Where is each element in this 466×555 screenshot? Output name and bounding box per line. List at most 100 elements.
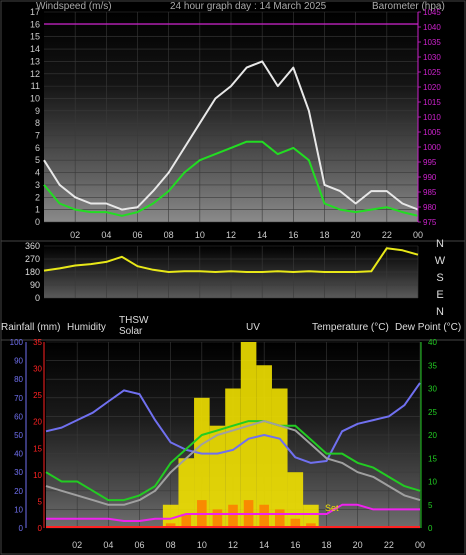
x-tick-label: 18: [321, 540, 331, 550]
y-tick-label: 5: [35, 155, 40, 165]
x-tick-label: 12: [226, 230, 236, 240]
y-tick-label: 10: [33, 471, 42, 480]
y-tick-label: 20: [14, 487, 23, 496]
y-tick-label: 5: [38, 497, 43, 506]
direction-label: S: [436, 272, 443, 284]
y-tick-label: 11: [31, 81, 40, 91]
x-tick-label: 14: [259, 540, 269, 550]
y-tick-label: 270: [25, 254, 40, 264]
x-tick-label: 04: [101, 230, 111, 240]
y-tick-label: 80: [14, 375, 23, 384]
y-tick-label: 8: [35, 118, 40, 128]
y-tick-label: 2: [35, 192, 40, 202]
y-tick-label: 16: [30, 19, 40, 29]
uv-bar: [259, 504, 269, 528]
x-tick-label: 22: [382, 230, 392, 240]
y-tick-label: 9: [35, 106, 40, 116]
x-tick-label: 00: [415, 540, 425, 550]
y-tick-label: 0: [38, 524, 43, 533]
y-tick-label: 180: [25, 267, 40, 277]
y-tick-label: 12: [30, 69, 40, 79]
temperature-axis-title: Temperature (°C): [312, 322, 389, 333]
direction-label: N: [436, 238, 444, 250]
uv-bar: [274, 509, 285, 528]
y-tick-label: 10: [428, 478, 437, 487]
humidity-axis-title: Humidity: [67, 322, 106, 333]
uv-label: UV: [246, 322, 260, 333]
y-tick-label: 0: [35, 217, 40, 227]
y-tick-label: 25: [428, 408, 437, 417]
y-tick-label: 15: [428, 454, 437, 463]
y-tick-label: 5: [428, 501, 433, 510]
y-tick-label: 1040: [423, 23, 441, 32]
x-tick-label: 14: [257, 230, 267, 240]
y-tick-label: 40: [14, 450, 23, 459]
y-tick-label: 15: [33, 444, 42, 453]
x-tick-label: 10: [197, 540, 207, 550]
y-tick-label: 30: [14, 468, 23, 477]
direction-label: E: [436, 289, 443, 301]
y-tick-label: 70: [14, 394, 23, 403]
y-tick-label: 1000: [423, 143, 441, 152]
y-tick-label: 7: [35, 131, 40, 141]
y-tick-label: 0: [428, 524, 433, 533]
x-tick-label: 02: [72, 540, 82, 550]
y-tick-label: 1005: [423, 128, 441, 137]
uv-bar: [228, 504, 238, 528]
y-tick-label: 0: [35, 293, 40, 303]
x-tick-label: 20: [353, 540, 363, 550]
y-tick-label: 1035: [423, 38, 441, 47]
y-tick-label: 20: [428, 431, 437, 440]
y-tick-label: 1015: [423, 98, 441, 107]
barometer-axis-title: Barometer (hpa): [372, 1, 445, 12]
y-tick-label: 35: [428, 361, 437, 370]
dewpoint-axis-title: Dew Point (°C): [395, 322, 461, 333]
y-tick-label: 14: [30, 44, 40, 54]
y-tick-label: 10: [14, 505, 23, 514]
x-tick-label: 22: [384, 540, 394, 550]
y-tick-label: 30: [33, 365, 42, 374]
y-tick-label: 0: [19, 524, 24, 533]
solar-bar: [271, 388, 288, 528]
solar-bar: [256, 365, 272, 528]
x-tick-label: 18: [319, 230, 329, 240]
x-tick-label: 16: [288, 230, 298, 240]
x-tick-label: 06: [134, 540, 144, 550]
y-tick-label: 20: [33, 418, 42, 427]
y-tick-label: 1: [35, 205, 40, 215]
sunset-annotation: Set: [325, 503, 339, 513]
x-tick-label: 02: [70, 230, 80, 240]
x-tick-label: 04: [103, 540, 113, 550]
x-tick-label: 06: [132, 230, 142, 240]
y-tick-label: 3: [35, 180, 40, 190]
y-tick-label: 980: [423, 203, 437, 212]
y-tick-label: 50: [14, 431, 23, 440]
windspeed-axis-title: Windspeed (m/s): [36, 1, 112, 12]
weather-graph: 0123456789101112131415161797598098599099…: [0, 0, 466, 555]
y-tick-label: 13: [30, 56, 40, 66]
x-tick-label: 16: [290, 540, 300, 550]
uv-bar: [212, 509, 223, 528]
y-tick-label: 40: [428, 338, 437, 347]
y-tick-label: 1025: [423, 68, 441, 77]
y-tick-label: 60: [14, 412, 23, 421]
y-tick-label: 100: [10, 338, 24, 347]
y-tick-label: 1030: [423, 53, 441, 62]
chart-title: 24 hour graph day : 14 March 2025: [170, 1, 327, 12]
x-tick-label: 08: [164, 230, 174, 240]
y-tick-label: 975: [423, 218, 437, 227]
y-tick-label: 90: [14, 357, 23, 366]
y-tick-label: 30: [428, 385, 437, 394]
x-tick-label: 00: [413, 230, 423, 240]
y-tick-label: 1010: [423, 113, 441, 122]
y-tick-label: 360: [25, 241, 40, 251]
y-tick-label: 90: [30, 280, 40, 290]
y-tick-label: 10: [30, 93, 40, 103]
x-tick-label: 08: [166, 540, 176, 550]
y-tick-label: 1020: [423, 83, 441, 92]
y-tick-label: 25: [33, 391, 42, 400]
y-tick-label: 990: [423, 173, 437, 182]
y-tick-label: 4: [35, 168, 40, 178]
x-tick-label: 10: [195, 230, 205, 240]
x-tick-label: 20: [351, 230, 361, 240]
